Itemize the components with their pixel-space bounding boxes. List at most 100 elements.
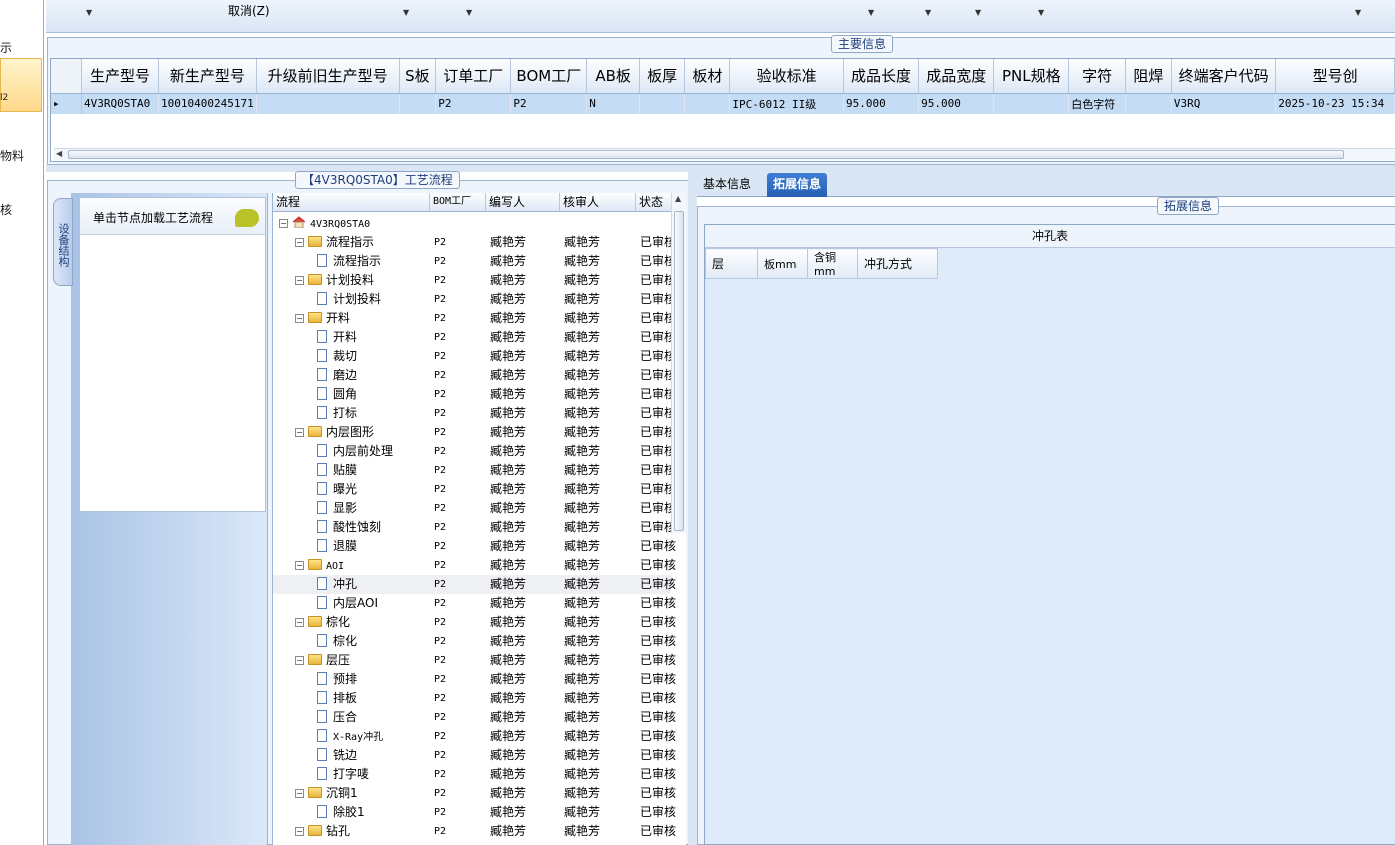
tree-row[interactable]: 排板 P2 臧艳芳 臧艳芳 已审核 <box>273 689 676 708</box>
dropdown-arrow-icon[interactable]: ▼ <box>466 8 472 17</box>
grid-cell[interactable] <box>684 93 731 114</box>
left-nav-item[interactable]: 示 <box>0 39 42 56</box>
splitter-horizontal[interactable] <box>46 165 1395 172</box>
tree-row[interactable]: 预排 P2 臧艳芳 臧艳芳 已审核 <box>273 670 676 689</box>
grid-column-header[interactable]: 型号创 <box>1275 59 1395 94</box>
dropdown-arrow-icon[interactable]: ▼ <box>86 8 92 17</box>
grid-cell[interactable] <box>399 93 437 114</box>
tree-row[interactable]: 打标 P2 臧艳芳 臧艳芳 已审核 <box>273 404 676 423</box>
left-nav-item[interactable]: 物料 <box>0 147 42 164</box>
tree-row[interactable]: 贴膜 P2 臧艳芳 臧艳芳 已审核 <box>273 461 676 480</box>
grid-column-header[interactable]: PNL规格 <box>993 59 1070 94</box>
left-nav-item[interactable]: 核 <box>0 201 42 218</box>
tree-row[interactable]: 退膜 P2 臧艳芳 臧艳芳 已审核 <box>273 537 676 556</box>
grid-column-header[interactable]: 字符 <box>1068 59 1126 94</box>
splitter-vertical[interactable] <box>688 172 697 845</box>
collapse-toggle-icon[interactable]: − <box>295 561 304 570</box>
scrollbar-thumb[interactable] <box>674 211 684 531</box>
grid-column-header[interactable]: 成品宽度 <box>918 59 995 94</box>
punch-column-header[interactable]: 板mm <box>757 248 808 279</box>
grid-cell[interactable] <box>639 93 686 114</box>
tree-row[interactable]: 压合 P2 臧艳芳 臧艳芳 已审核 <box>273 708 676 727</box>
scroll-up-icon[interactable]: ▲ <box>675 194 681 203</box>
grid-cell[interactable]: 95.000 <box>843 93 920 114</box>
punch-column-header[interactable]: 冲孔方式 <box>857 248 938 279</box>
grid-cell[interactable] <box>256 93 400 114</box>
collapse-toggle-icon[interactable]: − <box>295 827 304 836</box>
tree-row[interactable]: 除胶1 P2 臧艳芳 臧艳芳 已审核 <box>273 803 676 822</box>
tree-column-header[interactable]: BOM工厂 <box>430 193 486 212</box>
punch-column-header[interactable]: 含铜mm <box>807 248 858 279</box>
grid-column-header[interactable]: S板 <box>399 59 437 94</box>
tree-column-header[interactable]: 核审人 <box>560 193 636 212</box>
table-row[interactable]: ▸ 4V3RQ0STA0 10010400245171 P2 P2 N IPC-6012 I… <box>51 93 1395 114</box>
horizontal-scrollbar[interactable]: ◀ <box>54 148 1395 160</box>
dropdown-arrow-icon[interactable]: ▼ <box>1038 8 1044 17</box>
tree-row[interactable]: 计划投料 P2 臧艳芳 臧艳芳 已审核 <box>273 290 676 309</box>
tree-row[interactable]: − 计划投料 P2 臧艳芳 臧艳芳 已审核 <box>273 271 676 290</box>
grid-cell[interactable] <box>993 93 1070 114</box>
collapse-toggle-icon[interactable]: − <box>295 789 304 798</box>
tree-row[interactable]: 曝光 P2 臧艳芳 臧艳芳 已审核 <box>273 480 676 499</box>
vertical-tab-structure[interactable]: 设备结构 <box>53 198 73 286</box>
tree-row[interactable]: − AOI P2 臧艳芳 臧艳芳 已审核 <box>273 556 676 575</box>
grid-cell[interactable]: P2 <box>510 93 588 114</box>
grid-corner[interactable] <box>51 59 83 94</box>
dropdown-arrow-icon[interactable]: ▼ <box>975 8 981 17</box>
dropdown-arrow-icon[interactable]: ▼ <box>403 8 409 17</box>
grid-column-header[interactable]: 阻焊 <box>1125 59 1172 94</box>
grid-cell[interactable]: 4V3RQ0STA0 <box>81 93 159 114</box>
scroll-left-icon[interactable]: ◀ <box>56 149 62 158</box>
grid-cell[interactable]: P2 <box>435 93 512 114</box>
tree-row[interactable]: − 开料 P2 臧艳芳 臧艳芳 已审核 <box>273 309 676 328</box>
grid-column-header[interactable]: 升级前旧生产型号 <box>256 59 400 94</box>
grid-cell[interactable]: V3RQ <box>1171 93 1277 114</box>
tree-row[interactable]: 裁切 P2 臧艳芳 臧艳芳 已审核 <box>273 347 676 366</box>
grid-cell[interactable] <box>1125 93 1172 114</box>
collapse-toggle-icon[interactable]: − <box>295 428 304 437</box>
tree-row[interactable]: − 内层图形 P2 臧艳芳 臧艳芳 已审核 <box>273 423 676 442</box>
grid-column-header[interactable]: 新生产型号 <box>158 59 257 94</box>
tree-row[interactable]: 冲孔 P2 臧艳芳 臧艳芳 已审核 <box>273 575 676 594</box>
grid-cell[interactable]: 白色字符 <box>1068 93 1126 114</box>
vertical-scrollbar[interactable]: ▲ <box>671 193 686 533</box>
tree-row[interactable]: 显影 P2 臧艳芳 臧艳芳 已审核 <box>273 499 676 518</box>
tree-row[interactable]: 流程指示 P2 臧艳芳 臧艳芳 已审核 <box>273 252 676 271</box>
tree-row[interactable]: 铣边 P2 臧艳芳 臧艳芳 已审核 <box>273 746 676 765</box>
collapse-toggle-icon[interactable]: − <box>295 276 304 285</box>
tree-row[interactable]: 开料 P2 臧艳芳 臧艳芳 已审核 <box>273 328 676 347</box>
left-nav-item[interactable]: l2 <box>0 93 42 103</box>
tree-row[interactable]: 酸性蚀刻 P2 臧艳芳 臧艳芳 已审核 <box>273 518 676 537</box>
tree-row[interactable]: − 4V3RQ0STA0 <box>273 214 671 233</box>
grid-column-header[interactable]: 验收标准 <box>729 59 844 94</box>
tree-row[interactable]: 内层AOI P2 臧艳芳 臧艳芳 已审核 <box>273 594 676 613</box>
collapse-toggle-icon[interactable]: − <box>295 314 304 323</box>
collapse-toggle-icon[interactable]: − <box>295 656 304 665</box>
tree-column-header[interactable]: 状态 <box>636 193 676 212</box>
collapse-toggle-icon[interactable]: − <box>279 219 288 228</box>
dropdown-arrow-icon[interactable]: ▼ <box>1355 8 1361 17</box>
grid-column-header[interactable]: 板厚 <box>639 59 686 94</box>
tab-extension-info[interactable]: 拓展信息 <box>767 173 828 197</box>
collapse-toggle-icon[interactable]: − <box>295 238 304 247</box>
collapse-toggle-icon[interactable]: − <box>295 618 304 627</box>
tree-row[interactable]: 内层前处理 P2 臧艳芳 臧艳芳 已审核 <box>273 442 676 461</box>
tree-row[interactable]: − 流程指示 P2 臧艳芳 臧艳芳 已审核 <box>273 233 676 252</box>
grid-cell[interactable]: 95.000 <box>918 93 995 114</box>
tree-row[interactable]: 圆角 P2 臧艳芳 臧艳芳 已审核 <box>273 385 676 404</box>
dropdown-arrow-icon[interactable]: ▼ <box>868 8 874 17</box>
tree-row[interactable]: − 钻孔 P2 臧艳芳 臧艳芳 已审核 <box>273 822 676 841</box>
tree-column-header[interactable]: 流程 <box>273 193 430 212</box>
tree-row[interactable]: 打字唛 P2 臧艳芳 臧艳芳 已审核 <box>273 765 676 784</box>
grid-column-header[interactable]: 成品长度 <box>843 59 920 94</box>
tab-basic-info[interactable]: 基本信息 <box>697 173 757 197</box>
grid-column-header[interactable]: AB板 <box>586 59 641 94</box>
tree-column-header[interactable]: 编写人 <box>486 193 560 212</box>
grid-column-header[interactable]: BOM工厂 <box>510 59 588 94</box>
grid-column-header[interactable]: 生产型号 <box>81 59 159 94</box>
tree-row[interactable]: X-Ray冲孔 P2 臧艳芳 臧艳芳 已审核 <box>273 727 676 746</box>
tree-row[interactable]: 棕化 P2 臧艳芳 臧艳芳 已审核 <box>273 632 676 651</box>
punch-column-header[interactable]: 层 <box>705 248 758 279</box>
grid-cell[interactable]: 2025-10-23 15:34 <box>1275 93 1395 114</box>
tree-row[interactable]: − 层压 P2 臧艳芳 臧艳芳 已审核 <box>273 651 676 670</box>
